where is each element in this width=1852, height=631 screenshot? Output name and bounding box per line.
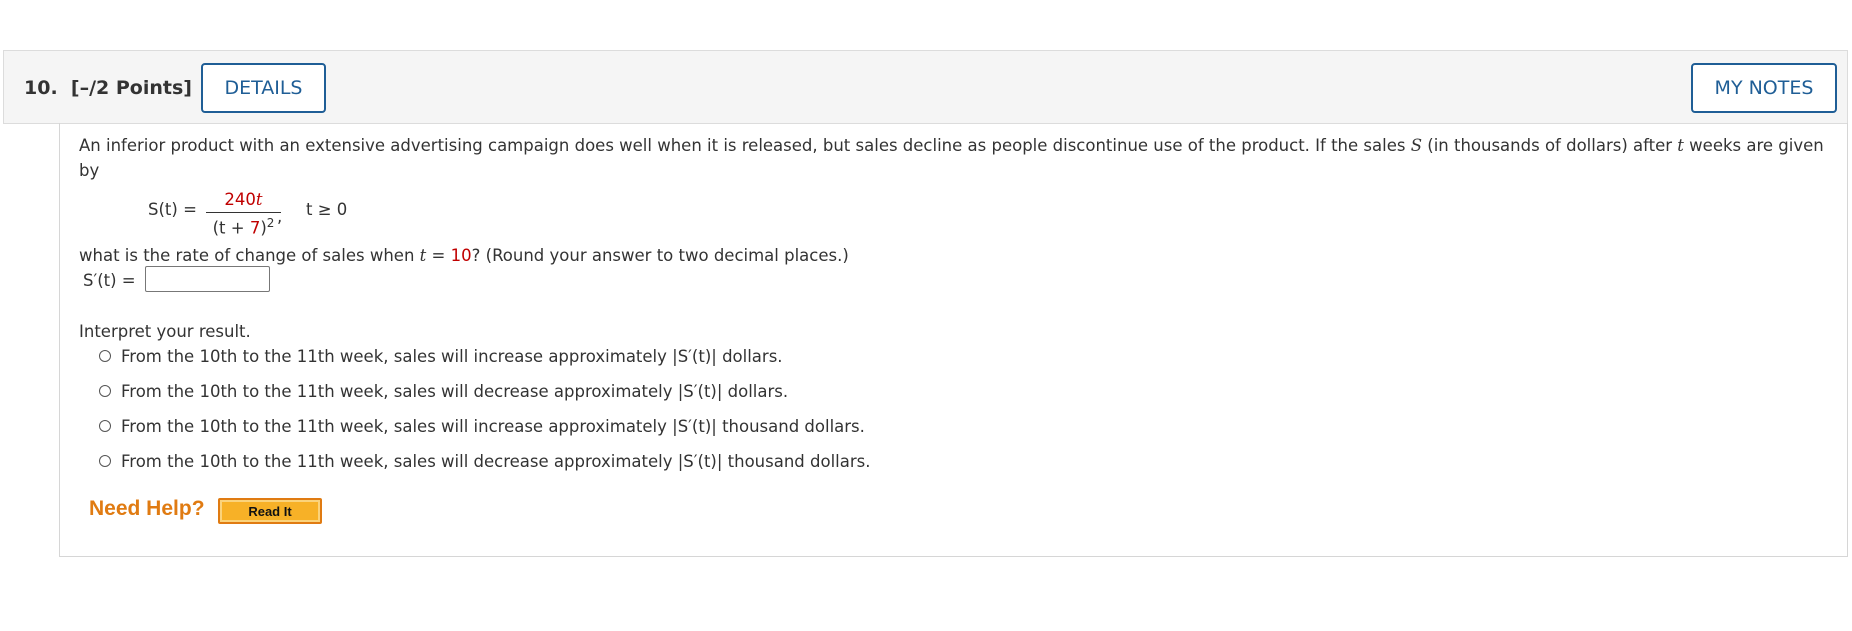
formula-numerator-var: t [255, 190, 263, 209]
option-3-label: From the 10th to the 11th week, sales wi… [121, 416, 865, 436]
option-4[interactable]: From the 10th to the 11th week, sales wi… [99, 450, 871, 472]
option-1-label: From the 10th to the 11th week, sales wi… [121, 346, 783, 366]
read-it-button[interactable]: Read It [218, 498, 322, 524]
formula-condition: t ≥ 0 [306, 200, 348, 219]
radio-button-1[interactable] [99, 350, 111, 362]
fraction-bar [206, 212, 281, 213]
question-body [59, 123, 1848, 557]
option-2[interactable]: From the 10th to the 11th week, sales wi… [99, 380, 788, 402]
radio-button-3[interactable] [99, 420, 111, 432]
question-header: 10. [–/2 Points] DETAILS MY NOTES [3, 50, 1848, 124]
option-3[interactable]: From the 10th to the 11th week, sales wi… [99, 415, 865, 437]
formula-fraction: 240t (t + 7)2 [206, 190, 281, 238]
answer-input[interactable] [145, 266, 270, 292]
problem-intro-line2: by [79, 161, 100, 180]
option-1[interactable]: From the 10th to the 11th week, sales wi… [99, 345, 783, 367]
rate-question: what is the rate of change of sales when… [79, 246, 849, 265]
formula-denominator: (t + 7)2 [212, 216, 275, 238]
problem-intro-line1: An inferior product with an extensive ad… [79, 136, 1824, 155]
formula-lhs: S(t) = [148, 200, 197, 219]
radio-button-2[interactable] [99, 385, 111, 397]
question-number: 10. [–/2 Points] [24, 77, 192, 99]
details-button[interactable]: DETAILS [201, 63, 326, 113]
interpret-label: Interpret your result. [79, 322, 251, 341]
formula-numerator-coeff: 240 [224, 190, 256, 209]
option-2-label: From the 10th to the 11th week, sales wi… [121, 381, 789, 401]
answer-label: S′(t) = [83, 271, 136, 290]
option-4-label: From the 10th to the 11th week, sales wi… [121, 451, 871, 471]
my-notes-button[interactable]: MY NOTES [1691, 63, 1837, 113]
radio-button-4[interactable] [99, 455, 111, 467]
need-help-label: Need Help? [89, 497, 205, 520]
formula-comma: , [277, 207, 283, 226]
